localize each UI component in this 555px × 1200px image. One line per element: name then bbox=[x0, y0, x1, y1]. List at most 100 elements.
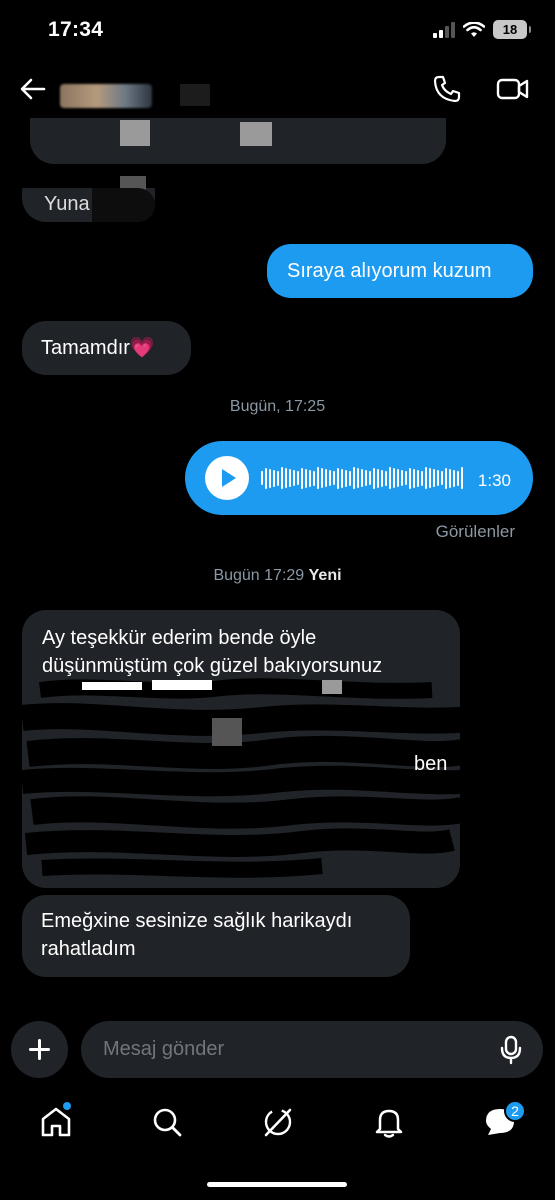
microphone-icon[interactable] bbox=[499, 1035, 523, 1065]
waveform-bar bbox=[285, 468, 287, 488]
waveform-bar bbox=[317, 467, 319, 489]
play-button[interactable] bbox=[205, 456, 249, 500]
separator-time: Bugün 17:29 bbox=[213, 567, 305, 584]
redaction bbox=[120, 120, 150, 146]
home-unread-dot bbox=[63, 1102, 71, 1110]
waveform-bar bbox=[381, 469, 383, 487]
redaction-scribble: ben bbox=[22, 678, 482, 878]
waveform-bar bbox=[405, 471, 407, 485]
waveform-bar bbox=[333, 471, 335, 485]
outgoing-message[interactable]: Sıraya alıyorum kuzum bbox=[267, 244, 533, 298]
svg-text:ben: ben bbox=[414, 753, 447, 775]
wifi-icon bbox=[463, 21, 485, 37]
waveform-bar bbox=[457, 470, 459, 486]
waveform-bar bbox=[337, 467, 339, 489]
waveform-bar bbox=[389, 467, 391, 489]
status-time: 17:34 bbox=[48, 18, 104, 41]
waveform-bar bbox=[385, 470, 387, 486]
waveform-bar bbox=[373, 467, 375, 489]
waveform-bar bbox=[341, 468, 343, 488]
incoming-message-long[interactable]: Ay teşekkür ederim bende öyle düşünmüştü… bbox=[22, 610, 482, 888]
waveform-bar bbox=[409, 467, 411, 489]
message-line: düşünmüştüm çok güzel bakıyorsunuz bbox=[42, 655, 383, 677]
waveform-bar bbox=[417, 469, 419, 487]
battery-icon: 18 bbox=[493, 20, 531, 39]
redaction bbox=[240, 122, 272, 146]
bottom-navigation bbox=[0, 1090, 555, 1160]
bell-icon[interactable] bbox=[371, 1104, 407, 1140]
incoming-message-partial[interactable] bbox=[30, 118, 446, 164]
message-composer[interactable] bbox=[81, 1021, 543, 1078]
messages-badge: 2 bbox=[504, 1100, 526, 1122]
message-text: Yuna bbox=[44, 193, 90, 215]
waveform-bar bbox=[441, 471, 443, 485]
waveform-bar bbox=[353, 467, 355, 489]
waveform-bar bbox=[289, 469, 291, 487]
status-bar: 17:34 18 bbox=[0, 0, 555, 62]
waveform-bar bbox=[393, 468, 395, 488]
waveform-bar bbox=[349, 470, 351, 486]
search-icon[interactable] bbox=[149, 1104, 185, 1140]
waveform-bar bbox=[329, 470, 331, 486]
waveform-bar bbox=[437, 470, 439, 486]
avatar[interactable] bbox=[60, 84, 152, 108]
waveform-bar bbox=[365, 470, 367, 486]
waveform-bar bbox=[269, 468, 271, 488]
voice-message[interactable]: 1:30 bbox=[185, 441, 533, 515]
waveform-bar bbox=[277, 470, 279, 486]
redacted-name bbox=[180, 84, 210, 106]
waveform-bar bbox=[313, 470, 315, 486]
waveform-bar bbox=[325, 469, 327, 487]
home-indicator bbox=[207, 1182, 347, 1187]
new-label: Yeni bbox=[308, 567, 342, 584]
waveform-bar bbox=[413, 468, 415, 488]
date-separator: Bugün, 17:25 bbox=[0, 398, 555, 416]
waveform-bar bbox=[345, 469, 347, 487]
video-camera-icon[interactable] bbox=[496, 74, 530, 104]
waveform-bar bbox=[453, 469, 455, 487]
voice-duration: 1:30 bbox=[477, 471, 511, 490]
add-media-button[interactable] bbox=[11, 1021, 68, 1078]
separator-text: Bugün, 17:25 bbox=[229, 398, 326, 415]
seen-status: Görülenler bbox=[435, 522, 515, 541]
waveform-bar bbox=[273, 469, 275, 487]
waveform-bar bbox=[421, 470, 423, 486]
back-button[interactable] bbox=[18, 74, 48, 104]
waveform-bar bbox=[377, 468, 379, 488]
phone-icon[interactable] bbox=[432, 74, 462, 104]
waveform-bar bbox=[433, 469, 435, 487]
waveform-bar bbox=[397, 469, 399, 487]
waveform-bar bbox=[301, 467, 303, 489]
waveform-bar bbox=[297, 471, 299, 485]
waveform-bar bbox=[281, 467, 283, 489]
waveform-bar bbox=[261, 471, 263, 485]
grok-icon[interactable] bbox=[260, 1104, 296, 1140]
message-line: Ay teşekkür ederim bende öyle bbox=[42, 627, 317, 649]
waveform-bar bbox=[293, 470, 295, 486]
incoming-message[interactable]: Emeğxine sesinize sağlık harikaydı rahat… bbox=[22, 895, 410, 977]
incoming-message[interactable]: Yuna bbox=[22, 168, 155, 222]
waveform-bar bbox=[357, 468, 359, 488]
waveform-bar bbox=[309, 469, 311, 487]
waveform-bar bbox=[361, 469, 363, 487]
message-text: Tamamdır💗 bbox=[41, 337, 155, 359]
message-text: Sıraya alıyorum kuzum bbox=[287, 260, 492, 282]
message-input[interactable] bbox=[103, 1021, 483, 1078]
waveform-bar bbox=[449, 468, 451, 488]
battery-level: 18 bbox=[502, 22, 518, 37]
incoming-message[interactable]: Tamamdır💗 bbox=[22, 321, 191, 375]
status-icons: 18 bbox=[433, 20, 531, 39]
waveform-bar bbox=[429, 468, 431, 488]
waveform-bar bbox=[321, 468, 323, 488]
waveform-bar bbox=[425, 467, 427, 489]
waveform-bar bbox=[305, 468, 307, 488]
waveform-bar bbox=[461, 467, 463, 489]
conversation-header bbox=[0, 62, 555, 118]
message-text: Emeğxine sesinize sağlık harikaydı rahat… bbox=[41, 910, 353, 960]
waveform-bar bbox=[445, 467, 447, 489]
cellular-signal-icon bbox=[433, 21, 455, 38]
waveform-bar bbox=[401, 470, 403, 486]
audio-waveform[interactable] bbox=[261, 465, 465, 491]
new-messages-separator: Bugün 17:29 Yeni bbox=[0, 567, 555, 585]
waveform-bar bbox=[265, 467, 267, 489]
